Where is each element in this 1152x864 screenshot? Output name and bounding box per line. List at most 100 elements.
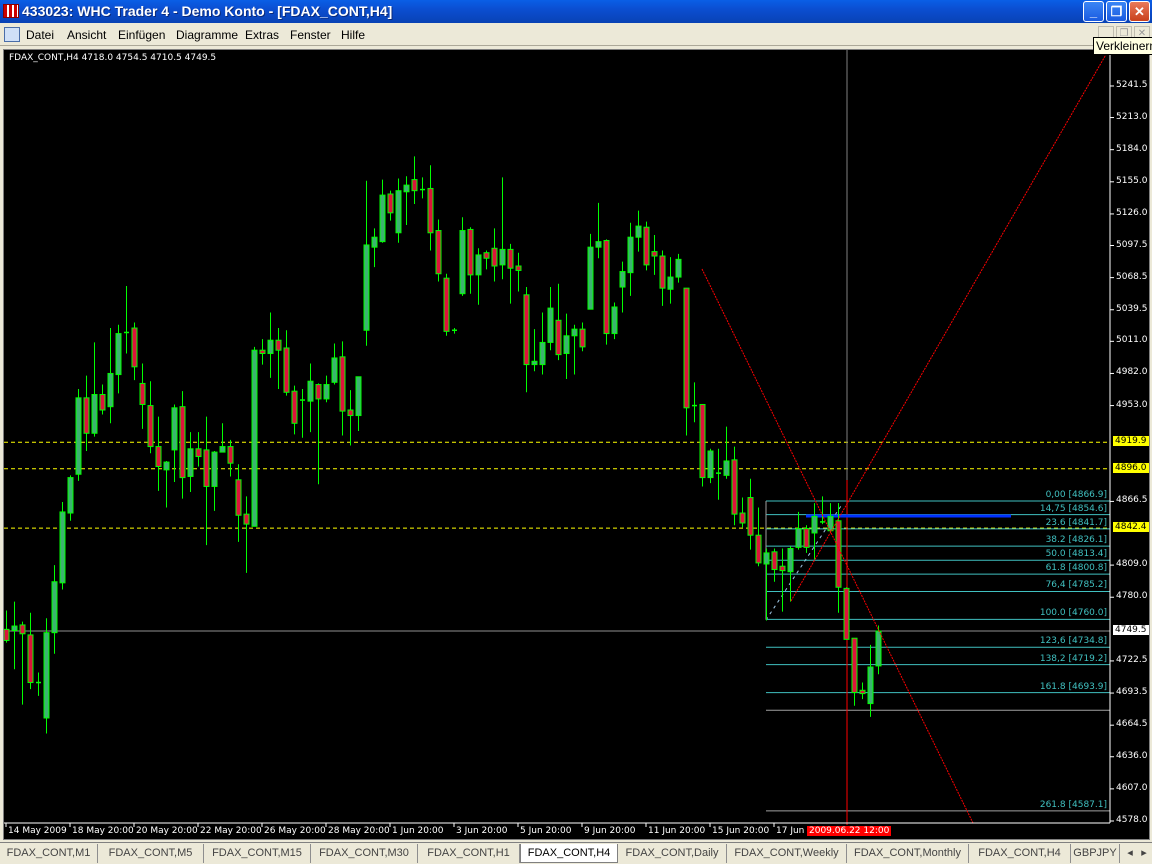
candle-body xyxy=(563,335,570,355)
candle xyxy=(675,253,682,283)
menu-extras[interactable]: Extras xyxy=(245,28,279,42)
tab-fdax-cont-daily[interactable]: FDAX_CONT,Daily xyxy=(618,844,727,863)
tab-fdax-cont-monthly[interactable]: FDAX_CONT,Monthly xyxy=(847,844,969,863)
candle xyxy=(267,312,274,378)
candle xyxy=(627,222,634,296)
price-axis-label: 5068.5 xyxy=(1116,271,1148,282)
menu-fenster[interactable]: Fenster xyxy=(290,28,331,42)
price-chart[interactable]: FDAX_CONT,H4 4718.0 4754.5 4710.5 4749.5… xyxy=(3,49,1150,840)
candle xyxy=(139,363,146,429)
time-axis-label: 28 May 20:00 xyxy=(328,826,390,836)
candle-body xyxy=(251,349,258,527)
candle xyxy=(531,329,538,372)
candle xyxy=(235,464,242,542)
tooltip: Verkleinern xyxy=(1093,37,1152,55)
menu-datei[interactable]: Datei xyxy=(26,28,54,42)
candle-body xyxy=(155,446,162,468)
chart-canvas xyxy=(4,50,1114,827)
tab-scroll-left-icon[interactable]: ◂ xyxy=(1124,844,1136,863)
level-tag: 4896.0 xyxy=(1113,462,1149,473)
candle xyxy=(371,228,378,268)
candle xyxy=(651,234,658,275)
candle-body xyxy=(795,528,802,548)
candle-body xyxy=(227,446,234,464)
price-axis-label: 4693.5 xyxy=(1116,687,1148,698)
candle-body xyxy=(507,248,514,269)
candle xyxy=(131,322,138,381)
candle xyxy=(171,404,178,483)
candle xyxy=(683,287,690,436)
tab-scroll-right-icon[interactable]: ▸ xyxy=(1138,844,1150,863)
candle-body xyxy=(259,349,266,355)
tab-fdax-cont-h1[interactable]: FDAX_CONT,H1 xyxy=(418,844,520,863)
candle xyxy=(107,328,114,424)
tab-fdax-cont-h4[interactable]: FDAX_CONT,H4 xyxy=(520,844,618,863)
candle-body xyxy=(491,247,498,267)
candle xyxy=(475,248,482,305)
minimize-button[interactable]: _ xyxy=(1083,1,1104,22)
candle-body xyxy=(403,184,410,193)
candle-body xyxy=(779,565,786,572)
candle-body xyxy=(179,406,186,479)
candle xyxy=(547,287,554,351)
candle xyxy=(379,179,386,243)
price-axis-label: 5184.0 xyxy=(1116,143,1148,154)
candle xyxy=(395,178,402,243)
candle xyxy=(19,621,26,705)
candle xyxy=(443,273,450,336)
menu-diagramme[interactable]: Diagramme xyxy=(176,28,238,42)
candle-body xyxy=(483,252,490,259)
chart-window-icon[interactable] xyxy=(4,27,20,42)
time-axis-label: 3 Jun 20:00 xyxy=(456,826,508,836)
menu-einfuegen[interactable]: Einfügen xyxy=(118,28,165,42)
candle xyxy=(571,324,578,375)
candle xyxy=(459,217,466,296)
candle xyxy=(75,388,82,481)
menu-ansicht[interactable]: Ansicht xyxy=(67,28,106,42)
candle-body xyxy=(195,448,202,458)
price-axis-label: 4664.5 xyxy=(1116,719,1148,730)
tab-fdax-cont-m30[interactable]: FDAX_CONT,M30 xyxy=(311,844,418,863)
tab-fdax-cont-m5[interactable]: FDAX_CONT,M5 xyxy=(98,844,204,863)
candle-body xyxy=(787,547,794,573)
candle-body xyxy=(859,689,866,695)
tab-fdax-cont-weekly[interactable]: FDAX_CONT,Weekly xyxy=(727,844,847,863)
candle-body xyxy=(531,360,538,366)
candle-body xyxy=(355,376,362,417)
candle-body xyxy=(4,628,10,641)
tab-fdax-cont-h4[interactable]: FDAX_CONT,H4 xyxy=(969,844,1071,863)
close-button[interactable]: ✕ xyxy=(1129,1,1150,22)
price-axis-label: 4982.0 xyxy=(1116,367,1148,378)
candle-body xyxy=(675,258,682,278)
candle xyxy=(611,302,618,340)
candle xyxy=(523,287,530,393)
candle xyxy=(659,250,666,306)
candle-body xyxy=(611,306,618,335)
time-axis-label: 15 Jun 20:00 xyxy=(712,826,770,836)
candle-body xyxy=(435,230,442,275)
maximize-button[interactable]: ❐ xyxy=(1106,1,1127,22)
price-axis-label: 4809.0 xyxy=(1116,559,1148,570)
tab-fdax-cont-m15[interactable]: FDAX_CONT,M15 xyxy=(204,844,311,863)
level-tag: 4842.4 xyxy=(1113,522,1149,533)
tab-fdax-cont-m1[interactable]: FDAX_CONT,M1 xyxy=(0,844,98,863)
candle-body xyxy=(83,397,90,434)
fib-level-label: 23.6 [4841.7] xyxy=(1045,517,1107,528)
candle-body xyxy=(291,390,298,424)
candle-body xyxy=(163,461,170,471)
menu-bar: Datei Ansicht Einfügen Diagramme Extras … xyxy=(0,24,1152,46)
app-icon xyxy=(3,4,19,18)
candle xyxy=(763,548,770,621)
time-axis-label: 20 May 20:00 xyxy=(136,826,198,836)
fib-level-label: 76,4 [4785.2] xyxy=(1045,580,1107,591)
candle-body xyxy=(427,187,434,234)
menu-hilfe[interactable]: Hilfe xyxy=(341,28,365,42)
tab-gbpjpy[interactable]: GBPJPY xyxy=(1071,844,1120,863)
fib-level-label: 0,00 [4866.9] xyxy=(1045,489,1107,500)
candle-body xyxy=(51,581,58,634)
price-axis-label: 4780.0 xyxy=(1116,591,1148,602)
candle-body xyxy=(139,382,146,405)
candle-body xyxy=(835,520,842,588)
candle xyxy=(411,156,418,204)
candle-body xyxy=(371,236,378,248)
